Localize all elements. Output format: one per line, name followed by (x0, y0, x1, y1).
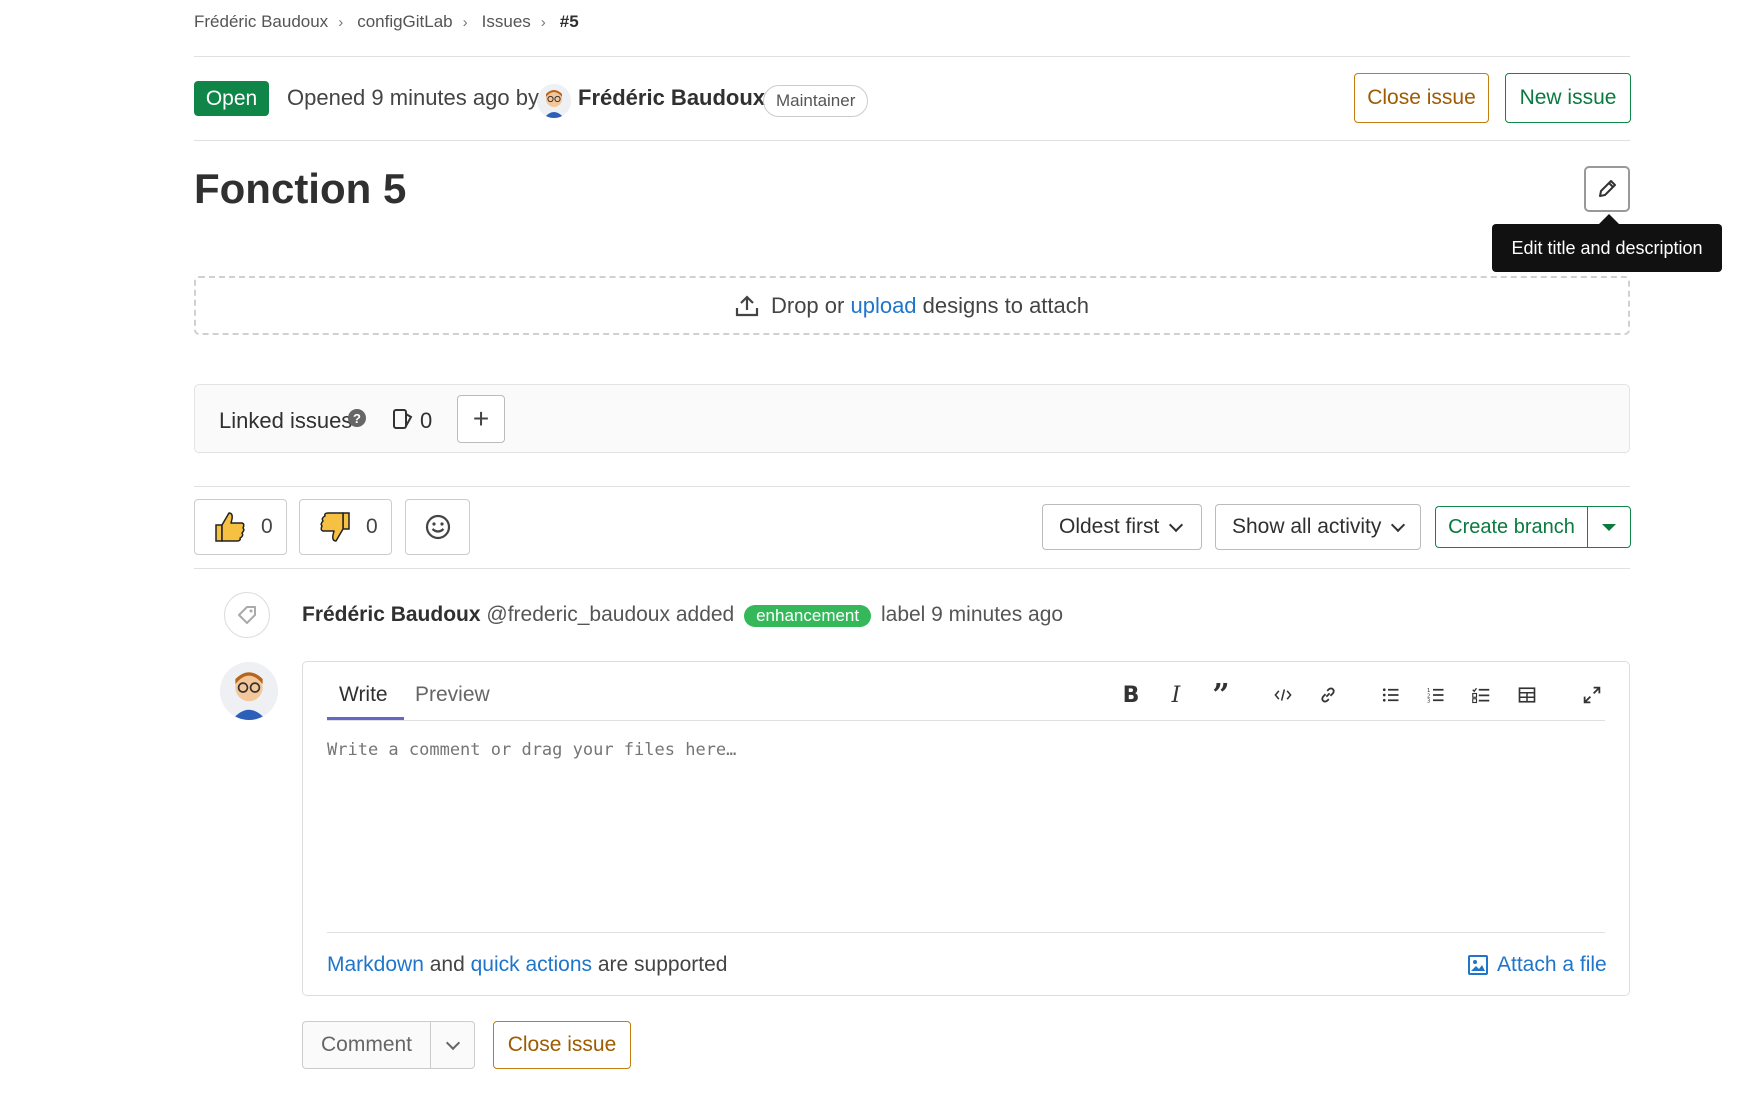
upload-link[interactable]: upload (850, 293, 916, 319)
chevron-right-icon: › (338, 13, 344, 31)
quick-actions-link[interactable]: quick actions (471, 953, 592, 976)
author-name-link[interactable]: Frédéric Baudoux (578, 85, 765, 111)
enhancement-label[interactable]: enhancement (744, 605, 872, 627)
breadcrumb-item-project[interactable]: configGitLab (357, 12, 452, 32)
activity-author[interactable]: Frédéric Baudoux (302, 603, 481, 626)
comment-dropdown-toggle[interactable] (430, 1021, 475, 1069)
divider (194, 568, 1630, 569)
bold-icon[interactable]: B (1116, 680, 1146, 710)
dropzone-prefix: Drop or (770, 292, 845, 318)
activity-filter-label: Show all activity (1232, 515, 1382, 538)
upload-icon (735, 294, 759, 316)
smiley-icon (425, 514, 450, 540)
divider (194, 56, 1630, 57)
breadcrumb-item-user[interactable]: Frédéric Baudoux (194, 12, 328, 32)
active-tab-indicator (327, 717, 404, 720)
add-reaction-button[interactable] (405, 499, 470, 555)
breadcrumb-item-current[interactable]: #5 (560, 12, 579, 32)
design-dropzone[interactable]: Drop or upload designs to attach (194, 276, 1630, 335)
author-avatar[interactable] (537, 84, 571, 118)
table-icon[interactable] (1512, 680, 1542, 710)
image-icon (1468, 955, 1488, 975)
avatar-image-icon (537, 84, 571, 118)
thumbs-down-count: 0 (366, 515, 378, 538)
status-badge: Open (194, 81, 269, 116)
activity-handle[interactable]: @frederic_baudoux (486, 603, 670, 626)
close-issue-button[interactable]: Close issue (1354, 73, 1489, 123)
edit-title-button[interactable] (1584, 166, 1630, 212)
sort-order-dropdown[interactable]: Oldest first (1042, 504, 1202, 550)
comment-textarea[interactable] (327, 740, 1605, 930)
opened-text: Opened 9 minutes ago by (287, 85, 539, 110)
question-icon[interactable]: ? (348, 409, 366, 427)
sort-order-label: Oldest first (1059, 515, 1160, 538)
activity-note: Frédéric Baudoux @frederic_baudoux added… (302, 603, 1063, 627)
chevron-down-icon (1391, 517, 1406, 532)
editor-footer-divider (327, 932, 1605, 933)
link-icon[interactable] (1313, 680, 1343, 710)
italic-icon[interactable]: I (1161, 680, 1191, 710)
divider (194, 486, 1630, 487)
tooltip-arrow (1599, 214, 1619, 224)
markdown-note: Markdown and quick actions are supported (327, 953, 727, 977)
bullet-list-icon[interactable] (1376, 680, 1406, 710)
edit-tooltip: Edit title and description (1492, 224, 1722, 272)
editor-tabs-divider (327, 720, 1605, 721)
breadcrumb-item-issues[interactable]: Issues (482, 12, 531, 32)
tab-write[interactable]: Write (339, 683, 388, 707)
create-branch-button[interactable]: Create branch (1435, 506, 1587, 548)
close-issue-bottom-button[interactable]: Close issue (493, 1021, 631, 1069)
chevron-down-icon (1169, 517, 1184, 532)
role-badge: Maintainer (763, 85, 869, 117)
thumbs-up-icon (215, 512, 245, 542)
numbered-list-icon[interactable]: 123 (1421, 680, 1451, 710)
linked-issues-label: Linked issues (219, 408, 353, 433)
thumbs-down-button[interactable]: 0 (299, 499, 392, 555)
activity-label-badge (224, 592, 270, 638)
linked-issues-count: 0 (420, 408, 433, 433)
add-linked-issue-button[interactable]: + (457, 395, 505, 443)
issues-icon (393, 409, 413, 429)
svg-text:3: 3 (1427, 699, 1430, 705)
markdown-link[interactable]: Markdown (327, 953, 424, 976)
new-issue-button[interactable]: New issue (1505, 73, 1631, 123)
create-branch-dropdown-toggle[interactable] (1587, 506, 1631, 548)
activity-verb: added (675, 603, 735, 626)
caret-down-icon (1602, 523, 1616, 531)
dropzone-suffix: designs to attach (922, 292, 1090, 318)
thumbs-up-button[interactable]: 0 (194, 499, 287, 555)
tab-preview[interactable]: Preview (415, 683, 490, 707)
code-icon[interactable] (1268, 680, 1298, 710)
markdown-and-text: and (429, 953, 465, 976)
activity-filter-dropdown[interactable]: Show all activity (1215, 504, 1421, 550)
avatar-image-icon (220, 662, 278, 720)
current-user-avatar[interactable] (220, 662, 278, 720)
markdown-supported-text: are supported (597, 953, 728, 976)
chevron-right-icon: › (462, 13, 468, 31)
activity-suffix: label 9 minutes ago (880, 603, 1064, 626)
label-icon (238, 606, 256, 624)
quote-icon[interactable]: ” (1206, 678, 1236, 713)
divider (194, 140, 1630, 141)
issue-title: Fonction 5 (194, 165, 407, 212)
task-list-icon[interactable] (1466, 680, 1496, 710)
fullscreen-icon[interactable] (1577, 680, 1607, 710)
plus-icon: + (472, 403, 490, 434)
attach-file-link[interactable]: Attach a file (1467, 953, 1607, 977)
chevron-down-icon (445, 1035, 460, 1051)
thumbs-up-count: 0 (261, 515, 273, 538)
attach-file-label: Attach a file (1497, 953, 1607, 976)
breadcrumb: Frédéric Baudoux › configGitLab › Issues… (194, 8, 579, 36)
chevron-right-icon: › (540, 13, 546, 31)
thumbs-down-icon (320, 512, 350, 542)
comment-button[interactable]: Comment (302, 1021, 430, 1069)
pencil-icon (1599, 180, 1616, 197)
